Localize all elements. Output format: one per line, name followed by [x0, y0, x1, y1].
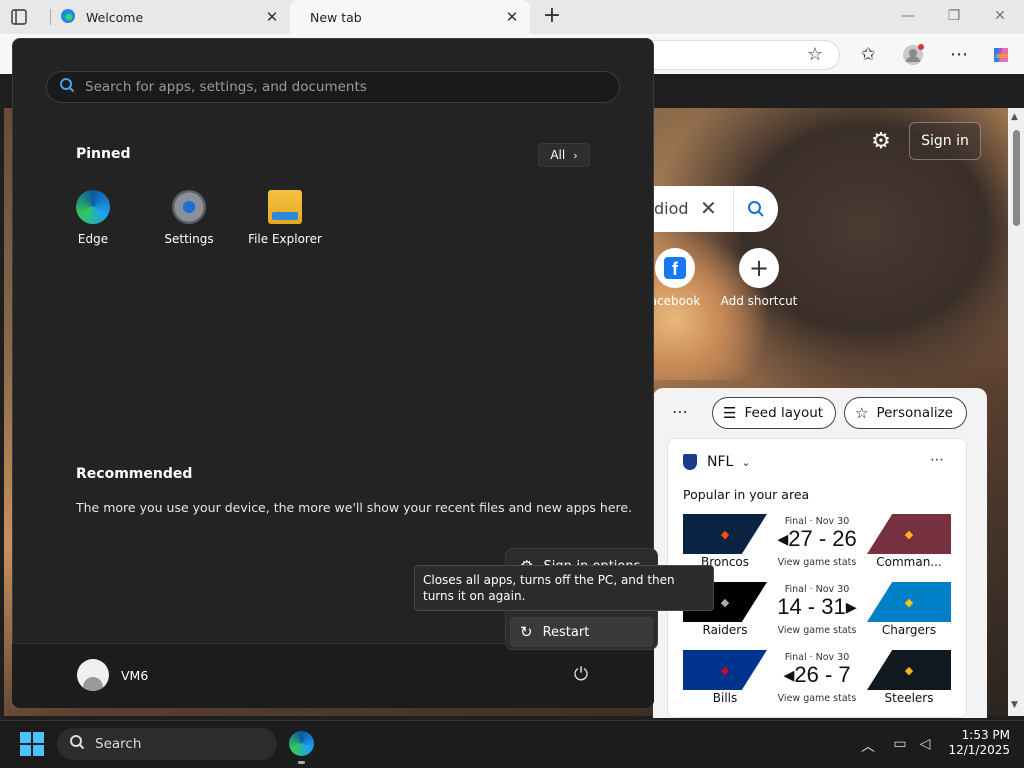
favorites-icon[interactable]: ✩	[857, 44, 879, 66]
chevron-up-icon[interactable]: ︿	[858, 736, 878, 756]
new-tab-button[interactable]: +	[540, 4, 564, 28]
nfl-shield-icon	[683, 454, 697, 470]
profile-icon[interactable]	[902, 44, 924, 66]
view-game-stats-link[interactable]: View game stats	[767, 625, 867, 636]
sparkle-star-icon: ☆	[855, 404, 869, 422]
start-search-input[interactable]	[85, 79, 585, 95]
app-label: Settings	[164, 232, 214, 246]
tab-close-icon[interactable]: ✕	[264, 8, 280, 26]
nfl-header[interactable]: NFL ⌄	[683, 454, 751, 470]
all-apps-label: All	[550, 148, 566, 162]
power-icon[interactable]: ⏻	[570, 664, 592, 686]
user-name[interactable]: VM6	[121, 668, 148, 683]
nfl-subtitle: Popular in your area	[683, 487, 810, 502]
tab-new-tab[interactable]: New tab ✕	[290, 0, 530, 34]
plus-icon: +	[739, 248, 779, 288]
chevron-down-icon: ⌄	[741, 455, 751, 469]
maximize-icon[interactable]: ❐	[944, 8, 964, 24]
tab-title: Welcome	[86, 9, 144, 25]
pinned-heading: Pinned	[76, 146, 131, 162]
game-row[interactable]: ◆ ◆ Final · Nov 30 ◂27 - 26 View game st…	[683, 514, 951, 572]
sign-in-button[interactable]: Sign in	[909, 122, 981, 160]
page-settings-gear-icon[interactable]: ⚙	[868, 129, 894, 155]
tab-welcome[interactable]: Welcome ✕	[50, 0, 290, 34]
favorite-star-icon[interactable]: ☆	[804, 44, 826, 66]
personalize-label: Personalize	[876, 405, 953, 421]
more-menu-icon[interactable]: ⋯	[948, 44, 970, 66]
sliders-icon: ☰	[723, 404, 737, 422]
settings-icon	[172, 190, 206, 224]
tab-close-icon[interactable]: ✕	[504, 8, 520, 26]
team-logo-icon: ◆	[720, 527, 730, 541]
team-logo-icon: ◆	[720, 663, 730, 677]
folder-icon	[268, 190, 302, 224]
nfl-title: NFL	[707, 454, 734, 470]
view-game-stats-link[interactable]: View game stats	[767, 557, 867, 568]
search-submit-icon[interactable]	[733, 186, 778, 232]
scroll-up-icon[interactable]: ▲	[1011, 112, 1018, 122]
copilot-icon[interactable]	[990, 44, 1012, 66]
team-name: Raiders	[702, 623, 748, 637]
feed-layout-label: Feed layout	[744, 405, 824, 421]
search-icon	[69, 734, 85, 754]
team-logo-icon: ◆	[904, 663, 914, 677]
recommended-empty-text: The more you use your device, the more w…	[76, 500, 633, 515]
page-scrollbar[interactable]: ▲ ▼	[1008, 108, 1024, 716]
close-window-icon[interactable]: ✕	[990, 8, 1010, 24]
clock-time: 1:53 PM	[961, 728, 1010, 742]
team-name: Comman...	[876, 555, 942, 569]
minimize-icon[interactable]: —	[898, 8, 918, 24]
edge-favicon-icon	[60, 8, 76, 27]
search-icon	[59, 77, 75, 97]
shortcut-add[interactable]: + Add shortcut	[714, 248, 804, 308]
search-query-text: diod	[654, 199, 689, 218]
feed-more-icon[interactable]: ⋯	[672, 402, 688, 421]
running-indicator	[298, 761, 305, 764]
network-icon[interactable]: ▭	[890, 736, 910, 752]
taskbar-search-label: Search	[95, 736, 142, 752]
taskbar-search[interactable]: Search	[57, 728, 277, 760]
taskbar-edge-icon[interactable]	[289, 731, 314, 756]
clock-date: 12/1/2025	[948, 743, 1010, 757]
recommended-heading: Recommended	[76, 466, 193, 482]
clear-search-icon[interactable]: ✕	[700, 196, 717, 220]
tab-actions-icon[interactable]	[10, 8, 28, 26]
team-logo-icon: ◆	[904, 595, 914, 609]
app-label: File Explorer	[248, 232, 322, 246]
team-logo-icon: ◆	[904, 527, 914, 541]
restart-tooltip: Closes all apps, turns off the PC, and t…	[414, 565, 714, 611]
system-clock[interactable]: 1:53 PM 12/1/2025	[940, 728, 1010, 758]
view-game-stats-link[interactable]: View game stats	[767, 693, 867, 704]
pinned-app-settings[interactable]: Settings	[144, 190, 234, 246]
restart-icon: ↻	[520, 623, 533, 641]
edge-icon	[76, 190, 110, 224]
tab-title: New tab	[310, 9, 362, 25]
volume-muted-icon[interactable]: ◁	[915, 736, 935, 752]
pinned-app-file-explorer[interactable]: File Explorer	[240, 190, 330, 246]
team-name: Chargers	[881, 623, 937, 637]
game-score: 14 - 31▸	[777, 594, 857, 619]
game-row[interactable]: ◆ ◆ Final · Nov 30 14 - 31▸ View game st…	[683, 582, 951, 640]
scroll-down-icon[interactable]: ▼	[1011, 700, 1018, 710]
menu-item-label: Restart	[542, 624, 590, 640]
app-label: Edge	[77, 232, 109, 246]
all-apps-button[interactable]: All ›	[538, 143, 590, 167]
team-name: Bills	[712, 691, 738, 705]
scrollbar-thumb[interactable]	[1013, 130, 1020, 226]
game-score: ◂26 - 7	[783, 662, 851, 687]
chevron-right-icon: ›	[573, 148, 578, 162]
pinned-app-edge[interactable]: Edge	[48, 190, 138, 246]
shortcut-label: Add shortcut	[720, 294, 798, 308]
game-row[interactable]: ◆ ◆ Final · Nov 30 ◂26 - 7 View game sta…	[683, 650, 951, 708]
feed-layout-button[interactable]: ☰ Feed layout	[712, 397, 836, 429]
windows-start-icon[interactable]	[20, 732, 44, 756]
restart-item[interactable]: ↻ Restart	[510, 617, 653, 647]
facebook-icon: f	[655, 248, 695, 288]
personalize-button[interactable]: ☆ Personalize	[844, 397, 967, 429]
nfl-more-icon[interactable]: ⋯	[930, 452, 944, 468]
avatar[interactable]	[77, 659, 109, 691]
game-score: ◂27 - 26	[777, 526, 857, 551]
start-search-box[interactable]	[46, 71, 620, 103]
team-name: Steelers	[884, 691, 934, 705]
